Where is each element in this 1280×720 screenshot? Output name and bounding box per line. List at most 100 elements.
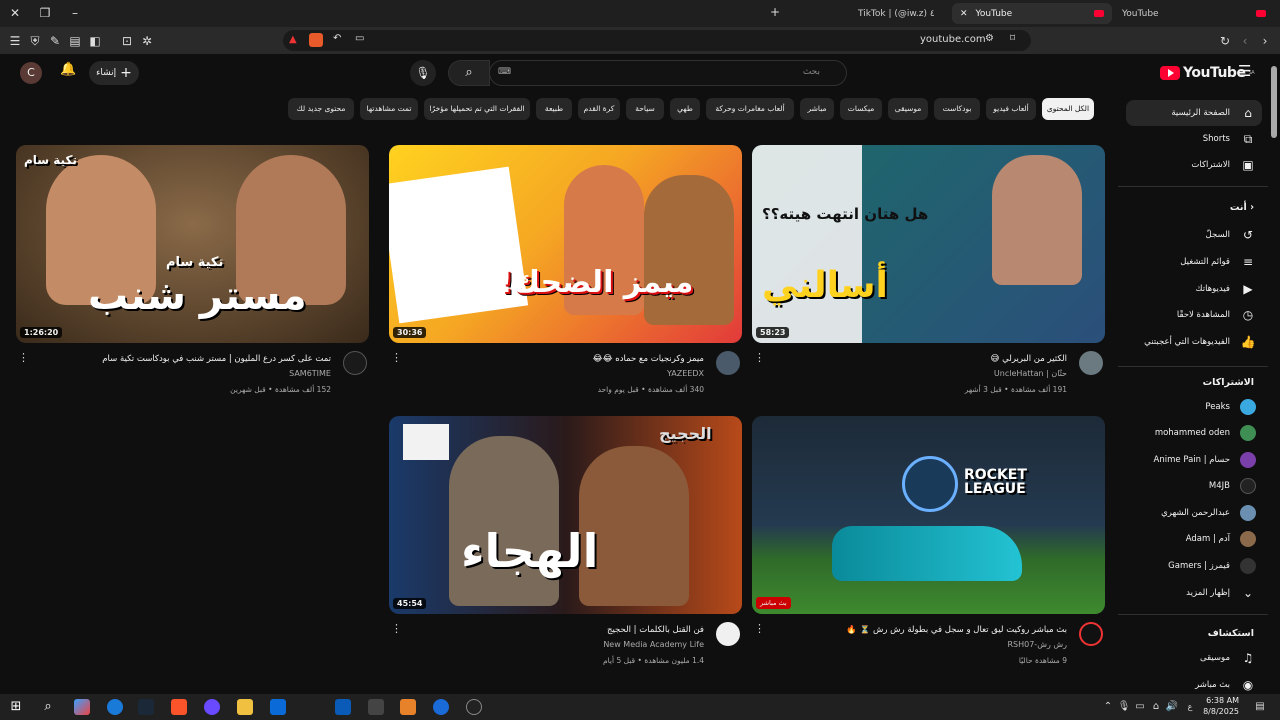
- video-title[interactable]: بث مباشر روكيت ليق تعال و سجل في بطولة ر…: [767, 625, 1067, 635]
- chip-action-adventure[interactable]: ألعاب مغامرات وحركة: [706, 98, 794, 120]
- cast-icon[interactable]: ▭: [355, 33, 364, 44]
- avatar[interactable]: C: [20, 62, 42, 84]
- copilot-icon[interactable]: [74, 699, 90, 715]
- brave-shield-icon[interactable]: [309, 33, 323, 47]
- chip-watched[interactable]: تمت مشاهدتها: [360, 98, 418, 120]
- channel-name[interactable]: YAZEEDX: [667, 369, 704, 378]
- sidebar-sub-adam[interactable]: Adam | آدم: [1126, 526, 1262, 552]
- more-options-icon[interactable]: ⋮: [18, 351, 29, 364]
- more-options-icon[interactable]: ⋮: [391, 351, 402, 364]
- app-icon[interactable]: [433, 699, 449, 715]
- taskbar-clock[interactable]: 6:38 AM 8/8/2025: [1203, 695, 1239, 717]
- sidebar-sub-mohammed-oden[interactable]: mohammed oden: [1126, 420, 1262, 446]
- steam-icon[interactable]: [138, 699, 154, 715]
- sidebar-icon[interactable]: ◧: [80, 34, 110, 48]
- monitor-icon[interactable]: ▭: [1132, 699, 1148, 715]
- mic-icon[interactable]: 🎙: [1116, 699, 1132, 715]
- chip-nature[interactable]: طبيعة: [536, 98, 572, 120]
- restore-window-icon[interactable]: ❐: [30, 6, 60, 20]
- sidebar-item-playlists[interactable]: قوائم التشغيل ≡: [1126, 249, 1262, 275]
- bookmark-icon[interactable]: ⌑: [1010, 33, 1015, 44]
- channel-name[interactable]: SAM6TIME: [289, 369, 331, 378]
- channel-avatar[interactable]: [1079, 622, 1103, 646]
- sidebar-item-home[interactable]: الصفحة الرئيسية ⌂: [1126, 100, 1262, 126]
- sidebar-sub-gamers[interactable]: Gamers | قيمرز: [1126, 553, 1262, 579]
- chip-tourism[interactable]: سياحة: [626, 98, 664, 120]
- section-header-you[interactable]: أنت ›: [1230, 202, 1254, 213]
- more-options-icon[interactable]: ⋮: [754, 622, 765, 635]
- sidebar-item-liked[interactable]: الفيديوهات التي أعجبتني 👍: [1126, 329, 1262, 355]
- outlook-icon[interactable]: [335, 699, 351, 715]
- sidebar-sub-m4jb[interactable]: M4JB: [1126, 473, 1262, 499]
- app-icon[interactable]: [204, 699, 220, 715]
- back-icon[interactable]: ›: [1250, 34, 1280, 48]
- search-icon[interactable]: ⌕: [40, 699, 56, 715]
- store-icon[interactable]: [270, 699, 286, 715]
- sidebar-sub-abdulrahman[interactable]: عبدالرحمن الشهري: [1126, 500, 1262, 526]
- video-title[interactable]: فن القتل بالكلمات | الحجيج: [404, 625, 704, 635]
- chip-music[interactable]: موسيقى: [888, 98, 928, 120]
- chip-football[interactable]: كرة القدم: [578, 98, 620, 120]
- edge-icon[interactable]: [107, 699, 123, 715]
- chip-all[interactable]: الكل المحتوى: [1042, 98, 1094, 120]
- chip-mixes[interactable]: ميكسات: [840, 98, 882, 120]
- sidebar-item-history[interactable]: السجلّ ↺: [1126, 222, 1262, 248]
- voice-search-icon[interactable]: 🎙: [410, 60, 436, 86]
- language-indicator[interactable]: ع: [1182, 699, 1198, 715]
- file-explorer-icon[interactable]: [237, 699, 253, 715]
- app-icon[interactable]: [466, 699, 482, 715]
- chip-new-to-you[interactable]: محتوى جديد لك: [288, 98, 354, 120]
- create-button[interactable]: إنشاء +: [89, 61, 139, 85]
- sidebar-item-watch-later[interactable]: المشاهدة لاحقًا ◷: [1126, 302, 1262, 328]
- app-icon[interactable]: [368, 699, 384, 715]
- channel-avatar[interactable]: [716, 351, 740, 375]
- chip-recently-uploaded[interactable]: الفقرات التي تم تحميلها مؤخرًا: [424, 98, 530, 120]
- notifications-icon[interactable]: 🔔: [60, 62, 76, 77]
- address-bar[interactable]: ▲ ↶ ▭ youtube.com ⚙ ⌑: [283, 30, 1031, 51]
- chip-cooking[interactable]: طهي: [670, 98, 700, 120]
- channel-avatar[interactable]: [343, 351, 367, 375]
- close-tab-icon[interactable]: ✕: [960, 9, 968, 19]
- chip-podcast[interactable]: بودكاست: [934, 98, 980, 120]
- sidebar-item-music[interactable]: موسيقى ♫: [1126, 645, 1262, 671]
- share-icon[interactable]: ↶: [333, 33, 341, 44]
- keyboard-icon[interactable]: ⌨: [498, 67, 511, 77]
- volume-icon[interactable]: 🔊: [1164, 699, 1180, 715]
- network-icon[interactable]: ⌂: [1148, 699, 1164, 715]
- minimize-window-icon[interactable]: –: [60, 6, 90, 20]
- app-icon[interactable]: [400, 699, 416, 715]
- video-thumbnail[interactable]: تكية سام تكية سام مستر شنب 1:26:20: [16, 145, 369, 343]
- chip-video-games[interactable]: ألعاب فيديو: [986, 98, 1036, 120]
- brave-icon[interactable]: [171, 699, 187, 715]
- sidebar-item-subscriptions[interactable]: الاشتراكات ▣: [1126, 152, 1262, 178]
- sidebar-item-shorts[interactable]: Shorts ⧉: [1126, 126, 1262, 152]
- page-scrollbar[interactable]: [1271, 66, 1277, 138]
- video-title[interactable]: ميمز وكرنجيات مع حماده 😂😂: [404, 354, 704, 364]
- channel-name[interactable]: RSH07-رش رش: [1007, 640, 1067, 649]
- notifications-icon[interactable]: ▤: [1252, 699, 1268, 715]
- sidebar-sub-anime-pain[interactable]: Anime Pain | حسام: [1126, 447, 1262, 473]
- channel-name[interactable]: New Media Academy Life: [603, 640, 704, 649]
- tab-tiktok[interactable]: TikTok | (@iw.z) ٤: [850, 3, 950, 24]
- puzzle-icon[interactable]: ✲: [132, 34, 162, 48]
- video-thumbnail[interactable]: هل هتان انتهت هيته؟؟ أسالني 58:23: [752, 145, 1105, 343]
- search-input[interactable]: بحث ⌨: [489, 60, 847, 86]
- close-window-icon[interactable]: ✕: [0, 6, 30, 20]
- video-thumbnail[interactable]: الحجيج الهجاء 45:54: [389, 416, 742, 614]
- new-tab-icon[interactable]: +: [760, 5, 790, 19]
- sidebar-show-more[interactable]: إظهار المزيد ⌄: [1126, 580, 1262, 606]
- channel-name[interactable]: UncleHattan | حتّان: [994, 369, 1067, 378]
- hamburger-menu-icon[interactable]: ☰: [1238, 62, 1251, 80]
- tab-youtube[interactable]: YouTube: [1114, 3, 1274, 24]
- more-options-icon[interactable]: ⋮: [391, 622, 402, 635]
- channel-avatar[interactable]: [1079, 351, 1103, 375]
- brave-rewards-icon[interactable]: ▲: [289, 34, 297, 45]
- more-options-icon[interactable]: ⋮: [754, 351, 765, 364]
- chevron-up-icon[interactable]: ⌃: [1100, 699, 1116, 715]
- channel-avatar[interactable]: [716, 622, 740, 646]
- video-title[interactable]: تمت على كسر درع المليون | مستر شنب في بو…: [31, 354, 331, 364]
- chip-live[interactable]: مباشر: [800, 98, 834, 120]
- video-thumbnail[interactable]: ROCKET LEAGUE بث مباشر: [752, 416, 1105, 614]
- video-thumbnail[interactable]: ميمز الضحك! 30:36: [389, 145, 742, 343]
- windows-start-icon[interactable]: ⊞: [8, 699, 24, 715]
